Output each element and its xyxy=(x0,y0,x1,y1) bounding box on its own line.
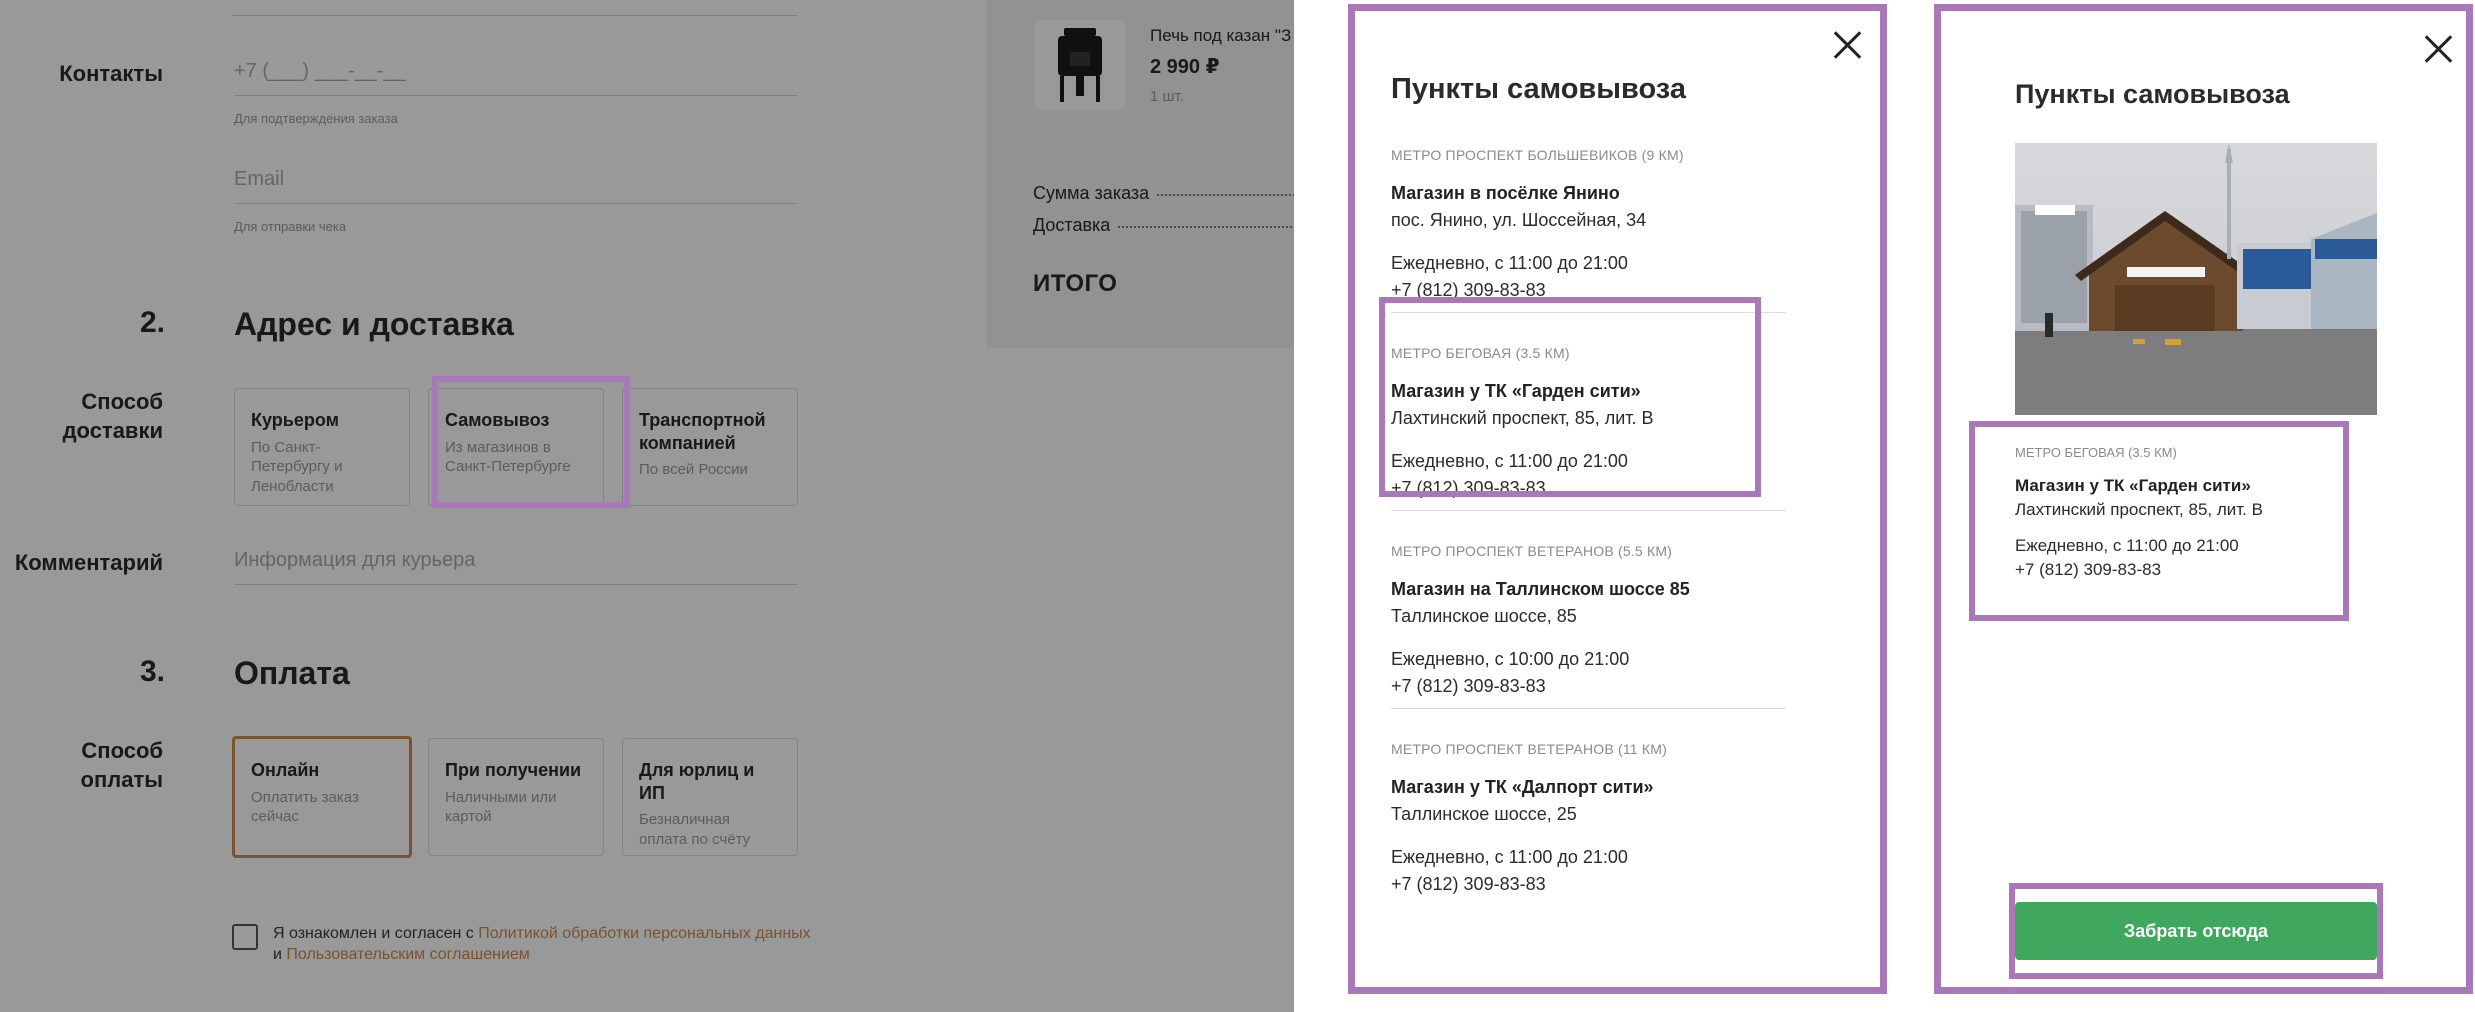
option-title: Транспортной компанией xyxy=(639,410,766,453)
store-item-garden-city[interactable]: МЕТРО БЕГОВАЯ (3.5 КМ) Магазин у ТК «Гар… xyxy=(1391,345,1786,499)
store-phone: +7 (812) 309-83-83 xyxy=(1391,280,1546,300)
store-hours: Ежедневно, с 11:00 до 21:00 xyxy=(1391,253,1628,273)
contacts-label: Контакты xyxy=(59,61,163,86)
stove-icon xyxy=(1058,28,1102,102)
order-sum-label: Сумма заказа xyxy=(1033,183,1150,203)
store-phone: +7 (812) 309-83-83 xyxy=(1391,478,1546,498)
user-agreement-link[interactable]: Пользовательским соглашением xyxy=(286,946,529,963)
store-item-tallinskoe-85[interactable]: МЕТРО ПРОСПЕКТ ВЕТЕРАНОВ (5.5 КМ) Магази… xyxy=(1391,543,1786,697)
option-title: Для юрлиц и ИП xyxy=(639,760,755,803)
delivery-option-courier[interactable]: Курьером По Санкт-Петербургу и Ленобласт… xyxy=(234,388,410,506)
store-name: Магазин у ТК «Гарден сити» xyxy=(2015,476,2251,495)
store-address: Таллинское шоссе, 25 xyxy=(1391,804,1577,824)
store-item-yanino[interactable]: МЕТРО ПРОСПЕКТ БОЛЬШЕВИКОВ (9 КМ) Магази… xyxy=(1391,147,1786,301)
phone-field[interactable]: +7 (___) ___-__-__ xyxy=(234,60,798,96)
payment-method-label: Способ оплаты xyxy=(80,738,164,792)
product-name[interactable]: Печь под казан "З xyxy=(1150,26,1291,46)
option-title: Онлайн xyxy=(251,760,320,780)
consent-text-part: и xyxy=(273,945,287,963)
divider xyxy=(1391,708,1786,709)
delivery-option-pickup[interactable]: Самовывоз Из магазинов в Санкт-Петербург… xyxy=(428,388,604,506)
order-total-label: ИТОГО xyxy=(1033,270,1118,297)
store-metro: МЕТРО ПРОСПЕКТ БОЛЬШЕВИКОВ (9 КМ) xyxy=(1391,147,1684,163)
option-subtitle: По всей России xyxy=(639,461,748,478)
store-phone: +7 (812) 309-83-83 xyxy=(1391,874,1546,894)
store-metro: МЕТРО ПРОСПЕКТ ВЕТЕРАНОВ (5.5 КМ) xyxy=(1391,543,1673,559)
product-quantity: 1 шт. xyxy=(1150,88,1184,105)
divider xyxy=(1391,510,1786,511)
comment-label: Комментарий xyxy=(14,550,163,575)
product-price: 2 990 ₽ xyxy=(1150,56,1220,78)
store-metro: МЕТРО БЕГОВАЯ (3.5 КМ) xyxy=(2015,445,2177,460)
store-metro: МЕТРО ПРОСПЕКТ ВЕТЕРАНОВ (11 КМ) xyxy=(1391,741,1667,757)
store-hours: Ежедневно, с 11:00 до 21:00 xyxy=(2015,536,2239,555)
store-name: Магазин у ТК «Гарден сити» xyxy=(1391,381,1641,401)
email-field[interactable]: Email xyxy=(234,168,798,204)
privacy-policy-link[interactable]: Политикой обработки персональных данных xyxy=(478,925,810,942)
delivery-cost-row: Доставка xyxy=(1033,215,1294,236)
checkout-form: Печь под казан "З 2 990 ₽ 1 шт. Сумма за… xyxy=(0,0,1294,1012)
consent-text-part: Я ознакомлен и согласен с xyxy=(273,925,479,942)
consent-text: Я ознакомлен и согласен с Политикой обра… xyxy=(273,924,813,966)
store-name: Магазин у ТК «Далпорт сити» xyxy=(1391,777,1654,797)
product-thumbnail xyxy=(1035,20,1125,110)
store-address: Лахтинский проспект, 85, лит. В xyxy=(2015,500,2263,519)
store-name: Магазин в посёлке Янино xyxy=(1391,183,1620,203)
phone-hint: Для подтверждения заказа xyxy=(234,111,398,126)
pick-up-here-button[interactable]: Забрать отсюда xyxy=(2015,902,2377,960)
selected-store-details: МЕТРО БЕГОВАЯ (3.5 КМ) Магазин у ТК «Гар… xyxy=(2015,445,2345,580)
email-hint: Для отправки чека xyxy=(234,219,347,234)
option-title: Курьером xyxy=(251,410,339,430)
store-photo-image xyxy=(2015,143,2377,415)
payment-option-on-delivery[interactable]: При получении Наличными или картой xyxy=(428,738,604,856)
store-hours: Ежедневно, с 11:00 до 21:00 xyxy=(1391,847,1628,867)
step-2-number: 2. xyxy=(139,306,165,339)
store-hours: Ежедневно, с 11:00 до 21:00 xyxy=(1391,451,1628,471)
step-3-title: Оплата xyxy=(234,655,350,691)
close-icon[interactable] xyxy=(2422,33,2454,65)
store-name: Магазин на Таллинском шоссе 85 xyxy=(1391,579,1690,599)
consent-checkbox[interactable] xyxy=(232,924,258,950)
store-phone: +7 (812) 309-83-83 xyxy=(2015,560,2162,579)
step-3-number: 3. xyxy=(139,655,165,688)
store-item-dalport-city[interactable]: МЕТРО ПРОСПЕКТ ВЕТЕРАНОВ (11 КМ) Магазин… xyxy=(1391,741,1786,895)
step-2-title: Адрес и доставка xyxy=(234,306,514,342)
store-address: пос. Янино, ул. Шоссейная, 34 xyxy=(1391,210,1647,230)
option-subtitle: Оплатить заказ сейчас xyxy=(251,788,359,826)
payment-option-online[interactable]: Онлайн Оплатить заказ сейчас xyxy=(232,736,412,858)
store-photo xyxy=(2015,143,2377,415)
store-address: Таллинское шоссе, 85 xyxy=(1391,606,1577,626)
pickup-points-panel: Пункты самовывоза МЕТРО ПРОСПЕКТ БОЛЬШЕВ… xyxy=(1348,4,1887,994)
delivery-method-label: Способ доставки xyxy=(62,389,163,443)
delivery-cost-label: Доставка xyxy=(1033,215,1111,235)
close-icon[interactable] xyxy=(1831,29,1863,61)
pickup-detail-panel: Пункты самовывоза МЕТРО БЕГОВАЯ (3.5 КМ)… xyxy=(1934,4,2473,994)
divider xyxy=(232,0,798,16)
option-title: При получении xyxy=(445,760,582,780)
panel-title: Пункты самовывоза xyxy=(1391,73,1686,105)
panel-title: Пункты самовывоза xyxy=(2015,79,2290,109)
comment-field[interactable]: Информация для курьера xyxy=(234,549,798,585)
store-hours: Ежедневно, с 10:00 до 21:00 xyxy=(1391,649,1630,669)
store-address: Лахтинский проспект, 85, лит. В xyxy=(1391,408,1654,428)
option-subtitle: По Санкт-Петербургу и Ленобласти xyxy=(251,438,343,495)
option-subtitle: Наличными или картой xyxy=(445,788,557,826)
payment-option-legal-entities[interactable]: Для юрлиц и ИП Безналичная оплата по счё… xyxy=(622,738,798,856)
option-subtitle: Безналичная оплата по счёту xyxy=(639,811,751,848)
option-title: Самовывоз xyxy=(445,410,550,430)
option-subtitle: Из магазинов в Санкт-Петербурге xyxy=(445,438,571,476)
store-phone: +7 (812) 309-83-83 xyxy=(1391,676,1546,696)
divider xyxy=(1391,312,1786,313)
delivery-option-transport-company[interactable]: Транспортной компанией По всей России xyxy=(622,388,798,506)
order-sum-row: Сумма заказа xyxy=(1033,183,1294,204)
store-metro: МЕТРО БЕГОВАЯ (3.5 КМ) xyxy=(1391,345,1570,361)
